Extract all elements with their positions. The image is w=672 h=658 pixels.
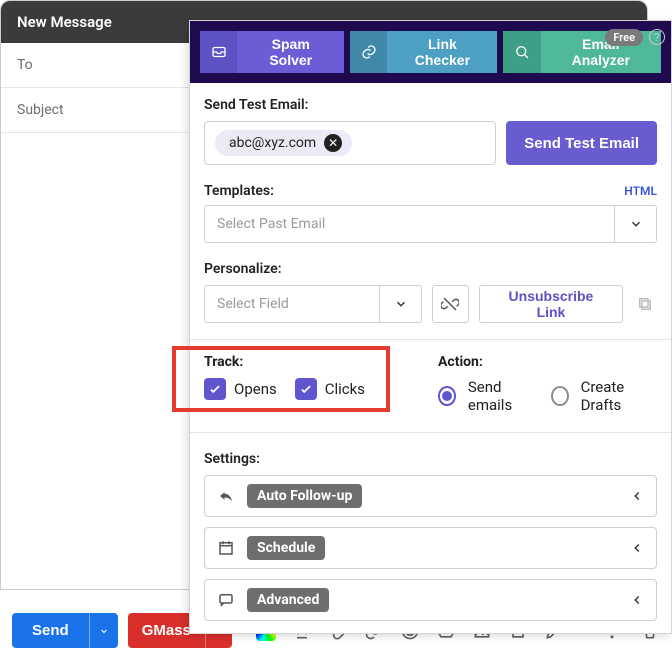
send-test-label: Send Test Email: xyxy=(204,97,657,113)
unsubscribe-button[interactable]: Unsubscribe Link xyxy=(479,285,624,323)
email-chip-text: abc@xyz.com xyxy=(229,135,316,151)
magnify-icon xyxy=(503,31,540,73)
chevron-down-icon[interactable] xyxy=(379,286,421,322)
auto-followup-label: Auto Follow-up xyxy=(247,484,362,508)
chain-icon xyxy=(350,31,387,73)
personalize-placeholder: Select Field xyxy=(205,286,379,322)
chevron-down-icon[interactable] xyxy=(614,206,656,242)
panel-tabs: Free ? Spam Solver Link Checker Email An… xyxy=(190,21,671,83)
calendar-icon xyxy=(217,539,237,557)
test-email-input[interactable]: abc@xyz.com ✕ xyxy=(204,121,496,165)
chat-icon xyxy=(217,591,237,609)
advanced-row[interactable]: Advanced xyxy=(204,579,657,621)
personalize-select[interactable]: Select Field xyxy=(204,285,422,323)
schedule-label: Schedule xyxy=(247,536,325,560)
advanced-label: Advanced xyxy=(247,588,329,612)
tab-link-checker[interactable]: Link Checker xyxy=(350,31,497,73)
send-emails-radio[interactable] xyxy=(438,386,456,406)
send-emails-label: Send emails xyxy=(468,378,539,414)
email-chip: abc@xyz.com ✕ xyxy=(215,130,352,156)
settings-label: Settings: xyxy=(204,451,657,467)
help-icon[interactable]: ? xyxy=(649,29,665,45)
copy-icon[interactable] xyxy=(633,285,657,323)
send-test-button[interactable]: Send Test Email xyxy=(506,121,657,165)
chevron-left-icon xyxy=(630,489,644,503)
tab-spam-label: Spam Solver xyxy=(237,31,344,73)
chevron-left-icon xyxy=(630,541,644,555)
opens-label: Opens xyxy=(234,380,277,398)
create-drafts-radio[interactable] xyxy=(551,386,569,406)
action-label: Action: xyxy=(438,354,657,370)
templates-placeholder: Select Past Email xyxy=(205,206,614,242)
gmass-panel: Free ? Spam Solver Link Checker Email An… xyxy=(189,20,672,634)
clicks-label: Clicks xyxy=(325,380,365,398)
send-button[interactable]: Send xyxy=(12,613,89,648)
templates-label: Templates: xyxy=(204,183,274,199)
track-section: Track: Opens Clicks xyxy=(204,354,404,414)
chevron-left-icon xyxy=(630,593,644,607)
tab-spam-solver[interactable]: Spam Solver xyxy=(200,31,344,73)
opens-checkbox[interactable] xyxy=(204,378,226,400)
personalize-label: Personalize: xyxy=(204,261,657,277)
send-dropdown[interactable] xyxy=(89,613,118,648)
create-drafts-label: Create Drafts xyxy=(581,378,657,414)
tab-link-label: Link Checker xyxy=(387,31,497,73)
html-link[interactable]: HTML xyxy=(624,184,657,198)
track-label: Track: xyxy=(204,354,404,370)
reply-icon xyxy=(217,487,237,505)
remove-chip-icon[interactable]: ✕ xyxy=(324,134,342,152)
templates-select[interactable]: Select Past Email xyxy=(204,205,657,243)
unlink-button[interactable] xyxy=(432,285,469,323)
clicks-checkbox[interactable] xyxy=(295,378,317,400)
inbox-icon xyxy=(200,31,237,73)
free-badge: Free xyxy=(605,29,643,46)
auto-followup-row[interactable]: Auto Follow-up xyxy=(204,475,657,517)
schedule-row[interactable]: Schedule xyxy=(204,527,657,569)
action-section: Action: Send emails Create Drafts xyxy=(438,354,657,414)
